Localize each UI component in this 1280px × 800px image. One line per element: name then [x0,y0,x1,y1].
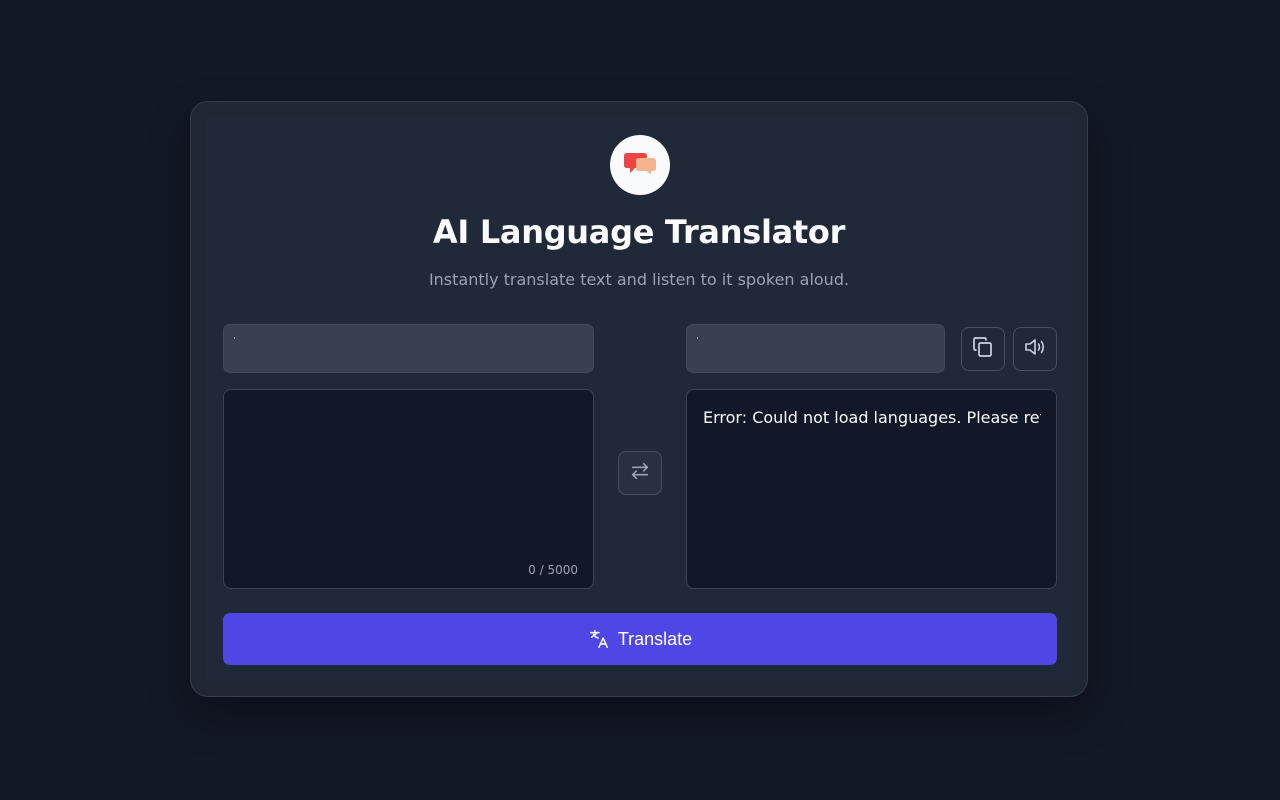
chat-bubbles-icon [622,148,658,182]
character-count: 0 / 5000 [528,563,578,577]
copy-icon [971,335,995,363]
translate-button-label: Translate [617,628,693,649]
translated-text-output: Error: Could not load languages. Please … [703,408,1041,427]
translate-icon [588,628,610,650]
page-subtitle: Instantly translate text and listen to i… [428,270,850,289]
copy-button[interactable] [961,327,1005,371]
page-title: AI Language Translator [432,213,846,251]
speaker-icon [1023,335,1047,363]
logo [610,135,670,195]
swap-arrows-icon [629,460,651,486]
speak-button[interactable] [1013,327,1057,371]
translator-panel: AI Language Translator Instantly transla… [206,117,1072,681]
source-language-select[interactable] [223,324,594,373]
source-text-input[interactable] [224,390,593,588]
translator-card: AI Language Translator Instantly transla… [190,101,1088,697]
source-text-area: 0 / 5000 [223,389,594,589]
translated-text-area: Error: Could not load languages. Please … [686,389,1057,589]
translate-button[interactable]: Translate [223,613,1057,665]
target-language-select[interactable] [686,324,945,373]
swap-languages-button[interactable] [618,451,662,495]
